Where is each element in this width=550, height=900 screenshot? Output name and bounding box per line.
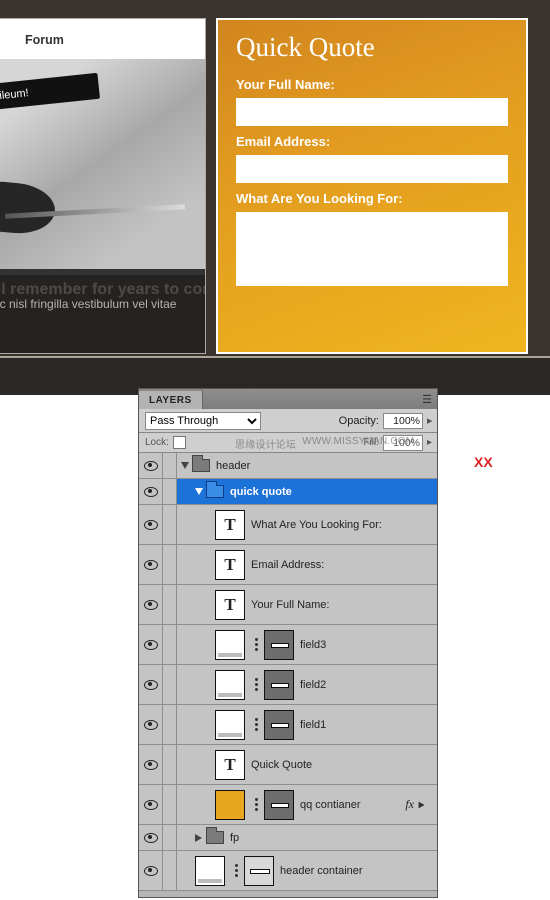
visibility-toggle[interactable] [144,600,158,610]
panel-tabs: LAYERS ☰ [139,389,437,409]
layer-field1[interactable]: field1 [139,705,437,745]
layer-group-quick-quote[interactable]: quick quote [139,479,437,505]
lock-label: Lock: [145,437,169,448]
hero-figure [0,180,57,237]
folder-icon [206,831,224,844]
layer-thumb [195,856,225,886]
layer-name[interactable]: Email Address: [251,559,324,571]
visibility-toggle[interactable] [144,640,158,650]
layer-name[interactable]: fp [230,832,239,844]
visibility-toggle[interactable] [144,833,158,843]
input-full-name[interactable] [236,98,508,126]
layer-field2[interactable]: field2 [139,665,437,705]
visibility-toggle[interactable] [144,560,158,570]
layer-thumb [215,790,245,820]
lock-transparency-button[interactable] [173,436,186,449]
layer-name[interactable]: qq contianer [300,799,361,811]
layer-text-email[interactable]: Email Address: [139,545,437,585]
visibility-toggle[interactable] [144,866,158,876]
ghost-heading: 'll remember for years to come. [0,281,206,299]
layers-panel: LAYERS ☰ Pass Through Opacity: 100% ▸ Lo… [138,388,438,898]
layer-name[interactable]: header container [280,865,363,877]
text-layer-icon [215,750,245,780]
disclosure-triangle[interactable] [181,462,189,470]
disclosure-triangle[interactable] [195,834,203,842]
link-icon[interactable] [251,678,261,691]
visibility-toggle[interactable] [144,487,158,497]
panel-menu-button[interactable]: ☰ [417,389,437,409]
disclosure-triangle[interactable] [195,488,203,496]
link-icon[interactable] [231,864,241,877]
visibility-toggle[interactable] [144,461,158,471]
layer-thumb [215,630,245,660]
fx-disclosure[interactable] [419,801,426,808]
visibility-toggle[interactable] [144,720,158,730]
fx-label: fx [405,797,414,812]
link-icon[interactable] [251,638,261,651]
quick-quote-card: Quick Quote Your Full Name: Email Addres… [216,18,528,354]
layer-qq-container[interactable]: qq contianer fx [139,785,437,825]
opacity-value[interactable]: 100% [383,413,423,429]
fx-indicator[interactable]: fx [405,797,429,812]
caption-band: 'll remember for years to come. ec nisl … [0,275,205,354]
layer-name[interactable]: field3 [300,639,326,651]
text-layer-icon [215,510,245,540]
link-icon[interactable] [251,798,261,811]
layer-thumb [215,710,245,740]
website-preview: Forum ubileum! 'll remember for years to… [0,0,550,395]
quick-quote-title: Quick Quote [236,32,508,63]
folder-icon [192,459,210,472]
blend-mode-select[interactable]: Pass Through [145,412,261,430]
preview-frame: Forum ubileum! 'll remember for years to… [0,0,550,358]
layer-name[interactable]: field1 [300,719,326,731]
layers-list: header quick quote What Are You Looking … [139,453,437,897]
fill-slider-icon[interactable]: ▸ [427,437,437,448]
layer-name[interactable]: header [216,460,250,472]
label-full-name: Your Full Name: [236,77,508,92]
visibility-toggle[interactable] [144,520,158,530]
watermark-url: WWW.MISSYUAN.COM [302,436,414,451]
vector-mask-thumb [264,710,294,740]
visibility-toggle[interactable] [144,800,158,810]
vector-mask-thumb [264,630,294,660]
opacity-label: Opacity: [339,415,379,427]
caption-text: ec nisl fringilla vestibulum vel vitae [0,297,176,311]
layer-field3[interactable]: field3 [139,625,437,665]
layer-text-quick-quote[interactable]: Quick Quote [139,745,437,785]
watermark-cn: 思缘设计论坛 [235,436,296,451]
tab-layers[interactable]: LAYERS [139,389,203,409]
blend-opacity-row: Pass Through Opacity: 100% ▸ [139,409,437,433]
hero-preview: Forum ubileum! 'll remember for years to… [0,18,206,354]
layer-name[interactable]: field2 [300,679,326,691]
nav-link-forum[interactable]: Forum [25,33,64,47]
layer-name[interactable]: Quick Quote [251,759,312,771]
label-looking-for: What Are You Looking For: [236,191,508,206]
label-email: Email Address: [236,134,508,149]
layer-text-full-name[interactable]: Your Full Name: [139,585,437,625]
input-email[interactable] [236,155,508,183]
opacity-slider-icon[interactable]: ▸ [427,414,437,427]
layer-thumb [215,670,245,700]
layer-text-looking-for[interactable]: What Are You Looking For: [139,505,437,545]
textarea-looking-for[interactable] [236,212,508,286]
layer-group-fp[interactable]: fp [139,825,437,851]
layer-group-header[interactable]: header [139,453,437,479]
layer-name[interactable]: What Are You Looking For: [251,519,382,531]
folder-icon [206,485,224,498]
vector-mask-thumb [264,790,294,820]
layer-header-container[interactable]: header container [139,851,437,891]
link-icon[interactable] [251,718,261,731]
site-nav-bar: Forum [0,19,205,61]
watermark-text: 思缘设计论坛 WWW.MISSYUAN.COM [235,436,414,451]
annotation-xx: XX [474,454,493,470]
vector-mask-thumb [244,856,274,886]
layer-name[interactable]: Your Full Name: [251,599,329,611]
layer-name[interactable]: quick quote [230,486,292,498]
visibility-toggle[interactable] [144,760,158,770]
visibility-toggle[interactable] [144,680,158,690]
vector-mask-thumb [264,670,294,700]
text-layer-icon [215,590,245,620]
text-layer-icon [215,550,245,580]
